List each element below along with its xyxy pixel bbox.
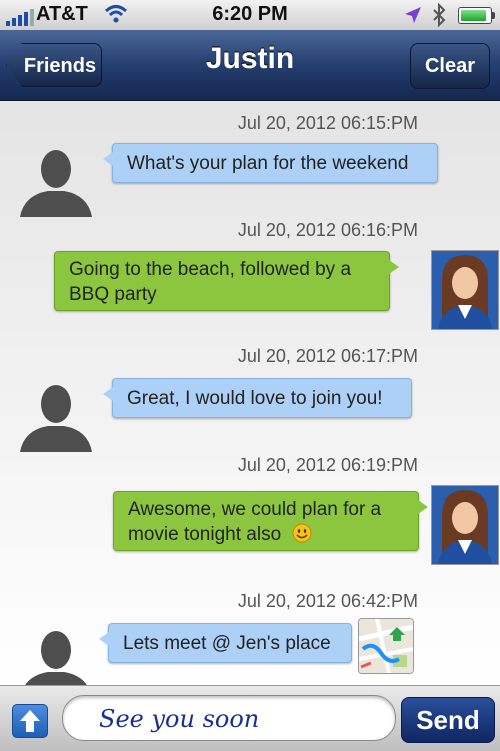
message-text: Lets meet @ Jen's place (123, 633, 331, 654)
message-text: Going to the beach, followed by a BBQ pa… (69, 259, 352, 305)
my-avatar (431, 485, 499, 565)
battery-icon (458, 7, 495, 24)
nav-bar: Friends Justin Clear (0, 30, 500, 101)
battery-fill (461, 10, 486, 21)
my-avatar (431, 250, 499, 330)
bluetooth-icon (433, 3, 446, 27)
user-avatar-icon (432, 251, 498, 329)
map-icon[interactable] (358, 618, 414, 674)
message-timestamp: Jul 20, 2012 06:17:PM (237, 346, 418, 366)
send-button[interactable]: Send (401, 697, 495, 743)
message-timestamp: Jul 20, 2012 06:42:PM (237, 591, 418, 611)
message-bubble: Lets meet @ Jen's place (99, 623, 352, 663)
message-input[interactable]: See you soon (62, 695, 396, 741)
clock: 6:20 PM (212, 3, 288, 25)
attach-button[interactable] (12, 704, 48, 738)
message-text: Great, I would love to join you! (127, 388, 383, 409)
message-timestamp: Jul 20, 2012 06:16:PM (237, 220, 418, 240)
message-text: Awesome, we could plan for a movie tonig… (128, 499, 382, 545)
chat-area[interactable]: Jul 20, 2012 06:15:PM What's your plan f… (0, 101, 500, 685)
message-bubble: What's your plan for the weekend (103, 143, 438, 183)
message-bubble: Great, I would love to join you! (103, 378, 412, 418)
location-icon (405, 7, 421, 23)
status-bar: AT&T 6:20 PM (0, 0, 500, 31)
friend-avatar-icon (20, 150, 92, 217)
message-timestamp: Jul 20, 2012 06:15:PM (237, 113, 418, 133)
message-timestamp: Jul 20, 2012 06:19:PM (237, 455, 418, 475)
message-bubble: Going to the beach, followed by a BBQ pa… (54, 251, 399, 311)
message-text: What's your plan for the weekend (127, 153, 409, 174)
up-arrow-icon (20, 710, 40, 732)
clear-button[interactable]: Clear (410, 43, 490, 89)
composer-bar: See you soon Send (0, 685, 500, 751)
message-bubble: Awesome, we could plan for a movie tonig… (113, 491, 428, 551)
user-avatar-icon (432, 486, 498, 564)
friend-avatar-icon (25, 631, 87, 685)
smiley-icon (292, 523, 312, 543)
friend-avatar-icon (20, 385, 92, 452)
